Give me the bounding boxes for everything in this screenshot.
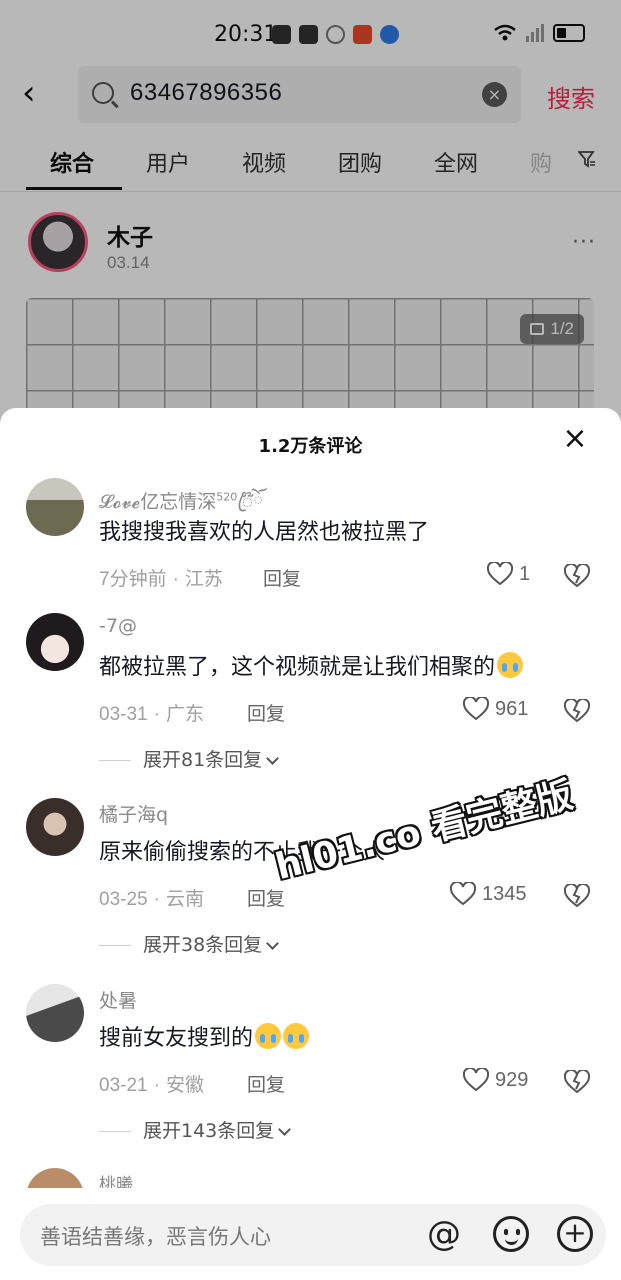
comment-meta: 03-21 · 安徽 — [99, 1075, 204, 1096]
comment-time: 03-21 — [99, 1075, 148, 1096]
comment-author-suffix: 520 — [216, 490, 238, 504]
comments-count-title: 1.2万条评论 — [258, 436, 363, 457]
dislike-icon[interactable] — [564, 884, 590, 908]
comment-text-body: 搜前女友搜到的 — [99, 1026, 254, 1051]
comment-location: 安徽 — [165, 1075, 204, 1096]
comment-time: 03-31 — [99, 704, 148, 725]
crying-emoji-icon — [283, 1023, 310, 1049]
comment-location: 江苏 — [184, 569, 223, 590]
like-count: 961 — [495, 697, 529, 720]
like-button[interactable]: 929 — [463, 1068, 528, 1092]
heart-icon — [463, 1068, 489, 1092]
comment-location: 广东 — [165, 704, 204, 725]
dislike-icon[interactable] — [564, 1070, 590, 1094]
comment-input[interactable]: 善语结善缘，恶言伤人心 @ + — [20, 1204, 606, 1266]
crying-emoji-icon — [497, 652, 524, 678]
comment-time: 7分钟前 — [99, 569, 167, 590]
comment-author[interactable]: 处暑 — [99, 986, 137, 1013]
comment-author-decoration: ꦿ໊ོ — [237, 491, 264, 513]
comment-meta: 03-25 · 云南 — [99, 889, 204, 910]
avatar[interactable] — [26, 984, 84, 1042]
comment-text: 搜前女友搜到的 — [99, 1020, 310, 1052]
comment-author-name: 𝓛𝓸𝓿𝓮亿忘情深 — [99, 491, 217, 513]
expand-replies-button[interactable]: 展开38条回复 — [99, 930, 280, 957]
comment-text: 都被拉黑了，这个视频就是让我们相聚的 — [99, 649, 524, 681]
emoji-icon[interactable] — [493, 1216, 529, 1252]
like-button[interactable]: 1 — [487, 562, 530, 586]
chevron-down-icon — [266, 937, 280, 950]
like-count: 929 — [495, 1068, 529, 1091]
avatar[interactable] — [26, 478, 84, 536]
expand-replies-button[interactable]: 展开143条回复 — [99, 1116, 292, 1143]
chevron-down-icon — [266, 752, 280, 765]
dislike-icon[interactable] — [564, 699, 590, 723]
reply-button[interactable]: 回复 — [247, 1070, 285, 1097]
expand-replies-button[interactable]: 展开81条回复 — [99, 745, 280, 772]
dislike-icon[interactable] — [564, 564, 590, 588]
comment-author[interactable]: -7@ — [99, 615, 137, 637]
close-button[interactable]: × — [560, 424, 590, 454]
like-count: 1 — [519, 562, 531, 585]
reply-button[interactable]: 回复 — [263, 564, 301, 591]
expand-replies-label: 展开81条回复 — [143, 749, 263, 771]
comment-location: 云南 — [165, 889, 204, 910]
like-button[interactable]: 1345 — [450, 882, 527, 906]
heart-icon — [450, 882, 476, 906]
reply-button[interactable]: 回复 — [247, 699, 285, 726]
comment-input-bar: 善语结善缘，恶言伤人心 @ + — [0, 1188, 621, 1280]
heart-icon — [463, 697, 489, 721]
like-button[interactable]: 961 — [463, 697, 528, 721]
heart-icon — [487, 562, 513, 586]
avatar[interactable] — [26, 798, 84, 856]
like-count: 1345 — [482, 882, 527, 905]
comment-meta: 03-31 · 广东 — [99, 704, 204, 725]
comment-author[interactable]: 橘子海q — [99, 800, 168, 827]
comment-meta: 7分钟前 · 江苏 — [99, 569, 223, 590]
comment-text: 我搜搜我喜欢的人居然也被拉黑了 — [99, 520, 430, 545]
add-icon[interactable]: + — [557, 1216, 593, 1252]
comment-time: 03-25 — [99, 889, 148, 910]
expand-replies-label: 展开143条回复 — [143, 1120, 275, 1142]
comment-input-placeholder: 善语结善缘，恶言伤人心 — [40, 1225, 271, 1249]
reply-button[interactable]: 回复 — [247, 884, 285, 911]
comment-text-body: 都被拉黑了，这个视频就是让我们相聚的 — [99, 655, 496, 680]
crying-emoji-icon — [255, 1023, 282, 1049]
mention-icon[interactable]: @ — [427, 1214, 461, 1254]
expand-replies-label: 展开38条回复 — [143, 934, 263, 956]
chevron-down-icon — [278, 1123, 292, 1136]
avatar[interactable] — [26, 613, 84, 671]
